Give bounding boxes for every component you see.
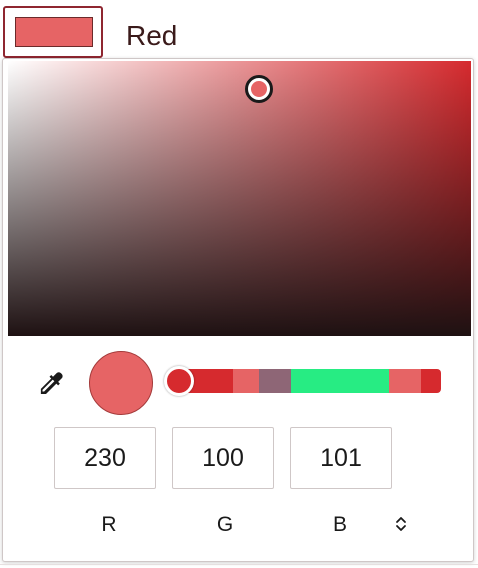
color-name-label: Red [126, 20, 178, 51]
handle-color-dot [251, 81, 267, 97]
eyedropper-icon[interactable] [35, 369, 65, 399]
blue-channel-input[interactable] [290, 427, 392, 489]
red-channel-label: R [101, 513, 117, 536]
hue-slider[interactable] [177, 369, 441, 393]
hue-slider-segment [389, 369, 421, 393]
bottom-divider [0, 564, 478, 565]
saturation-value-area[interactable] [8, 61, 471, 336]
saturation-value-handle[interactable] [245, 75, 273, 103]
value-layer [8, 61, 471, 336]
color-picker-popover: R G B [2, 58, 474, 562]
hue-slider-segment [259, 369, 291, 393]
color-picker-widget: Red R G B [0, 0, 478, 568]
hue-slider-thumb[interactable] [164, 366, 194, 396]
red-channel-input[interactable] [54, 427, 156, 489]
chevron-up-down-icon[interactable] [394, 514, 408, 534]
hue-slider-segment [233, 369, 259, 393]
blue-channel-label: B [332, 513, 347, 536]
hue-slider-segment [421, 369, 441, 393]
green-channel-input[interactable] [172, 427, 274, 489]
green-channel-label: G [216, 513, 234, 536]
color-swatch-button[interactable] [3, 6, 103, 58]
hue-slider-segment [291, 369, 389, 393]
color-swatch [15, 17, 93, 47]
color-preview [89, 351, 153, 415]
